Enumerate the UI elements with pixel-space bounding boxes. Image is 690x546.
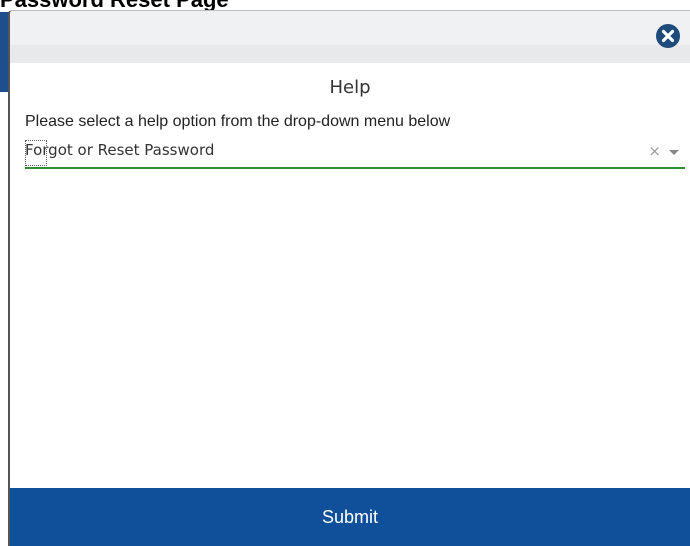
help-instruction: Please select a help option from the dro… bbox=[25, 113, 451, 130]
selected-help-option: Forgot or Reset Password bbox=[25, 141, 215, 159]
help-option-select[interactable]: Forgot or Reset Password × bbox=[25, 139, 685, 169]
focus-ring bbox=[25, 140, 47, 166]
close-icon[interactable] bbox=[656, 24, 680, 48]
help-modal: Help Please select a help option from th… bbox=[8, 10, 690, 546]
chevron-down-icon[interactable] bbox=[669, 150, 679, 155]
modal-header bbox=[10, 11, 690, 63]
help-title: Help bbox=[329, 77, 371, 98]
submit-button[interactable]: Submit bbox=[10, 488, 690, 546]
header-divider bbox=[10, 45, 690, 63]
page: Password Reset Page Help Please select a… bbox=[0, 0, 690, 546]
clear-icon[interactable]: × bbox=[648, 142, 661, 160]
